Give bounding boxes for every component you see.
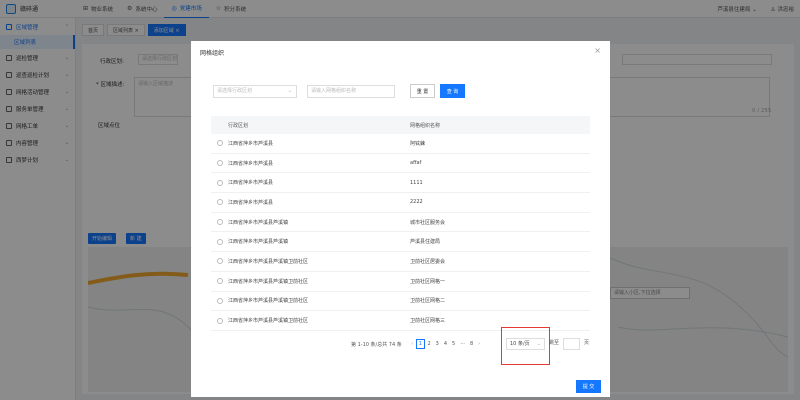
chevron-down-icon: ⌄ <box>287 88 292 94</box>
row-radio[interactable] <box>216 278 223 285</box>
row-radio[interactable] <box>216 199 223 206</box>
next-page-button[interactable]: › <box>476 341 483 347</box>
page-1[interactable]: 1 <box>415 339 425 349</box>
page-2[interactable]: 2 <box>425 341 433 347</box>
table-row[interactable]: 江西省萍乡市芦溪县芦溪镇卫前社区 卫前社区居委会 <box>211 252 590 272</box>
close-icon[interactable]: × <box>594 46 601 55</box>
reset-button[interactable]: 重 置 <box>410 84 435 98</box>
row-radio[interactable] <box>216 297 223 304</box>
page-4[interactable]: 4 <box>441 341 449 347</box>
submit-button[interactable]: 提 交 <box>576 380 601 393</box>
table-row[interactable]: 江西省萍乡市芦溪县芦溪镇卫前社区 卫前社区网格一 <box>211 272 590 292</box>
prev-page-button[interactable]: ‹ <box>409 341 416 347</box>
grid-org-table: 行政区划 网格组织名称 江西省萍乡市芦溪县 阿铉鍊 江西省萍乡市芦溪县 affaf … <box>211 116 590 331</box>
column-district: 行政区划 <box>228 122 249 129</box>
table-row[interactable]: 江西省萍乡市芦溪县芦溪镇 城市社区服务会 <box>211 213 590 233</box>
goto-suffix: 页 <box>584 340 590 346</box>
pagination-total: 第 1-10 条/总共 74 条 <box>351 341 402 348</box>
page-ellipsis[interactable]: ··· <box>458 341 468 347</box>
row-radio[interactable] <box>216 160 223 167</box>
row-radio[interactable] <box>216 219 223 226</box>
row-radio[interactable] <box>216 258 223 265</box>
highlight-box <box>501 327 550 365</box>
table-row[interactable]: 江西省萍乡市芦溪县 阿铉鍊 <box>211 134 590 154</box>
district-select[interactable]: 请选择行政区划 ⌄ <box>213 85 297 98</box>
page-8[interactable]: 8 <box>467 341 475 347</box>
goto-page-input[interactable] <box>563 338 580 350</box>
page-5[interactable]: 5 <box>450 341 458 347</box>
row-radio[interactable] <box>216 317 223 324</box>
row-radio[interactable] <box>216 238 223 245</box>
grid-org-modal: 网格组织 × 请选择行政区划 ⌄ 请输入网格组织名称 重 置 查 询 行政区划 网… <box>191 41 610 397</box>
table-row[interactable]: 江西省萍乡市芦溪县芦溪镇卫前社区 卫前社区网格二 <box>211 292 590 312</box>
table-row[interactable]: 江西省萍乡市芦溪县芦溪镇 芦溪县住建局 <box>211 232 590 253</box>
row-radio[interactable] <box>216 179 223 186</box>
table-row[interactable]: 江西省萍乡市芦溪县 1111 <box>211 173 590 194</box>
row-radio[interactable] <box>216 140 223 147</box>
modal-title: 网格组织 <box>200 50 225 57</box>
table-row[interactable]: 江西省萍乡市芦溪县 2222 <box>211 193 590 213</box>
page-3[interactable]: 3 <box>433 341 441 347</box>
query-button[interactable]: 查 询 <box>440 84 465 98</box>
grid-org-name-input[interactable]: 请输入网格组织名称 <box>307 85 395 98</box>
table-row[interactable]: 江西省萍乡市芦溪县 affaf <box>211 154 590 174</box>
column-grid-org-name: 网格组织名称 <box>410 122 441 129</box>
table-header: 行政区划 网格组织名称 <box>211 116 590 134</box>
goto-label: 跳至 <box>549 340 560 346</box>
pagination: 第 1-10 条/总共 74 条 ‹ 1 2 3 4 5 ··· 8 › <box>351 338 483 350</box>
